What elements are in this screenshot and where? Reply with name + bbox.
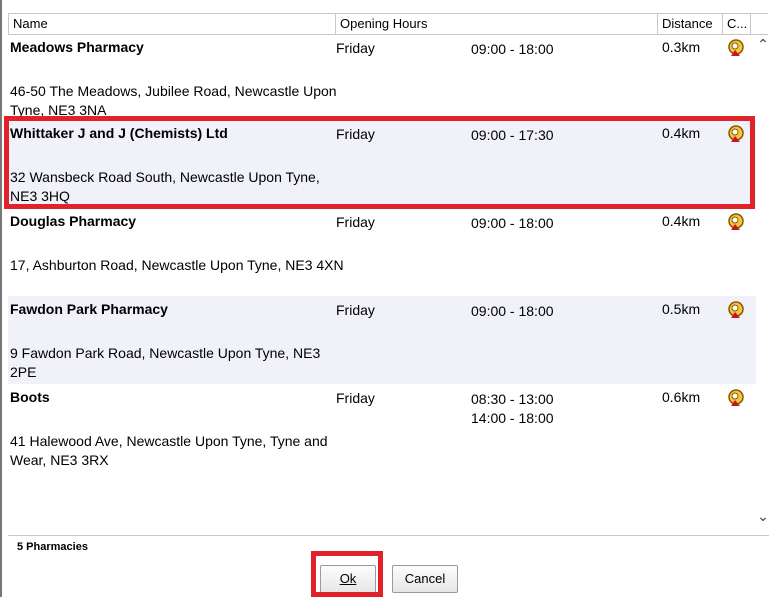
pharmacy-address: 17, Ashburton Road, Newcastle Upon Tyne,… bbox=[10, 257, 344, 273]
distance: 0.5km bbox=[662, 301, 701, 317]
column-header-name[interactable]: Name bbox=[8, 14, 336, 34]
footer-divider bbox=[8, 535, 769, 536]
pharmacy-name: Boots bbox=[10, 389, 50, 405]
pharmacy-name: Douglas Pharmacy bbox=[10, 213, 137, 229]
opening-time: 08:30 - 13:00 14:00 - 18:00 bbox=[471, 391, 554, 426]
list-item[interactable]: Boots 41 Halewood Ave, Newcastle Upon Ty… bbox=[8, 384, 756, 484]
opening-time: 09:00 - 18:00 bbox=[471, 41, 554, 57]
cancel-button-label: Cancel bbox=[404, 571, 446, 586]
distance: 0.6km bbox=[662, 389, 701, 405]
opening-day: Friday bbox=[336, 302, 375, 318]
pharmacy-count: 5 Pharmacies bbox=[17, 541, 88, 553]
opening-time: 09:00 - 18:00 bbox=[471, 215, 554, 231]
opening-day: Friday bbox=[336, 126, 375, 142]
pharmacy-name: Meadows Pharmacy bbox=[10, 39, 144, 55]
pharmacist-icon[interactable] bbox=[726, 300, 746, 320]
opening-time: 09:00 - 18:00 bbox=[471, 303, 554, 319]
pharmacy-address: 32 Wansbeck Road South, Newcastle Upon T… bbox=[10, 169, 320, 204]
pharmacy-address: 46-50 The Meadows, Jubilee Road, Newcast… bbox=[10, 83, 337, 118]
opening-time: 09:00 - 17:30 bbox=[471, 127, 554, 143]
opening-day: Friday bbox=[336, 390, 375, 406]
scroll-down-icon[interactable]: ⌄ bbox=[756, 508, 769, 528]
cancel-button[interactable]: Cancel bbox=[392, 565, 458, 593]
pharmacy-name: Whittaker J and J (Chemists) Ltd bbox=[10, 125, 228, 141]
pharmacist-icon[interactable] bbox=[726, 38, 746, 58]
pharmacy-list[interactable]: Meadows Pharmacy 46-50 The Meadows, Jubi… bbox=[8, 34, 756, 534]
pharmacy-address: 41 Halewood Ave, Newcastle Upon Tyne, Ty… bbox=[10, 433, 328, 468]
column-header-opening-hours[interactable]: Opening Hours bbox=[336, 14, 658, 34]
pharmacist-icon[interactable] bbox=[726, 388, 746, 408]
ok-button-label: Ok bbox=[339, 571, 357, 586]
distance: 0.4km bbox=[662, 213, 701, 229]
list-item[interactable]: Douglas Pharmacy 17, Ashburton Road, New… bbox=[8, 208, 756, 296]
column-header-distance[interactable]: Distance bbox=[658, 14, 723, 34]
pharmacist-icon[interactable] bbox=[726, 212, 746, 232]
pharmacy-selection-dialog: Name Opening Hours Distance C... Meadows… bbox=[0, 0, 769, 597]
distance: 0.3km bbox=[662, 39, 701, 55]
list-header: Name Opening Hours Distance C... bbox=[8, 13, 768, 35]
opening-day: Friday bbox=[336, 40, 375, 56]
pharmacist-icon[interactable] bbox=[726, 124, 746, 144]
opening-day: Friday bbox=[336, 214, 375, 230]
pharmacy-name: Fawdon Park Pharmacy bbox=[10, 301, 168, 317]
scroll-up-icon[interactable]: ⌃ bbox=[756, 36, 769, 56]
list-item[interactable]: Whittaker J and J (Chemists) Ltd 32 Wans… bbox=[8, 120, 756, 208]
column-header-c[interactable]: C... bbox=[723, 14, 751, 34]
distance: 0.4km bbox=[662, 125, 701, 141]
ok-button[interactable]: Ok bbox=[320, 565, 376, 593]
list-item[interactable]: Fawdon Park Pharmacy 9 Fawdon Park Road,… bbox=[8, 296, 756, 384]
pharmacy-address: 9 Fawdon Park Road, Newcastle Upon Tyne,… bbox=[10, 345, 321, 380]
list-item[interactable]: Meadows Pharmacy 46-50 The Meadows, Jubi… bbox=[8, 34, 756, 120]
